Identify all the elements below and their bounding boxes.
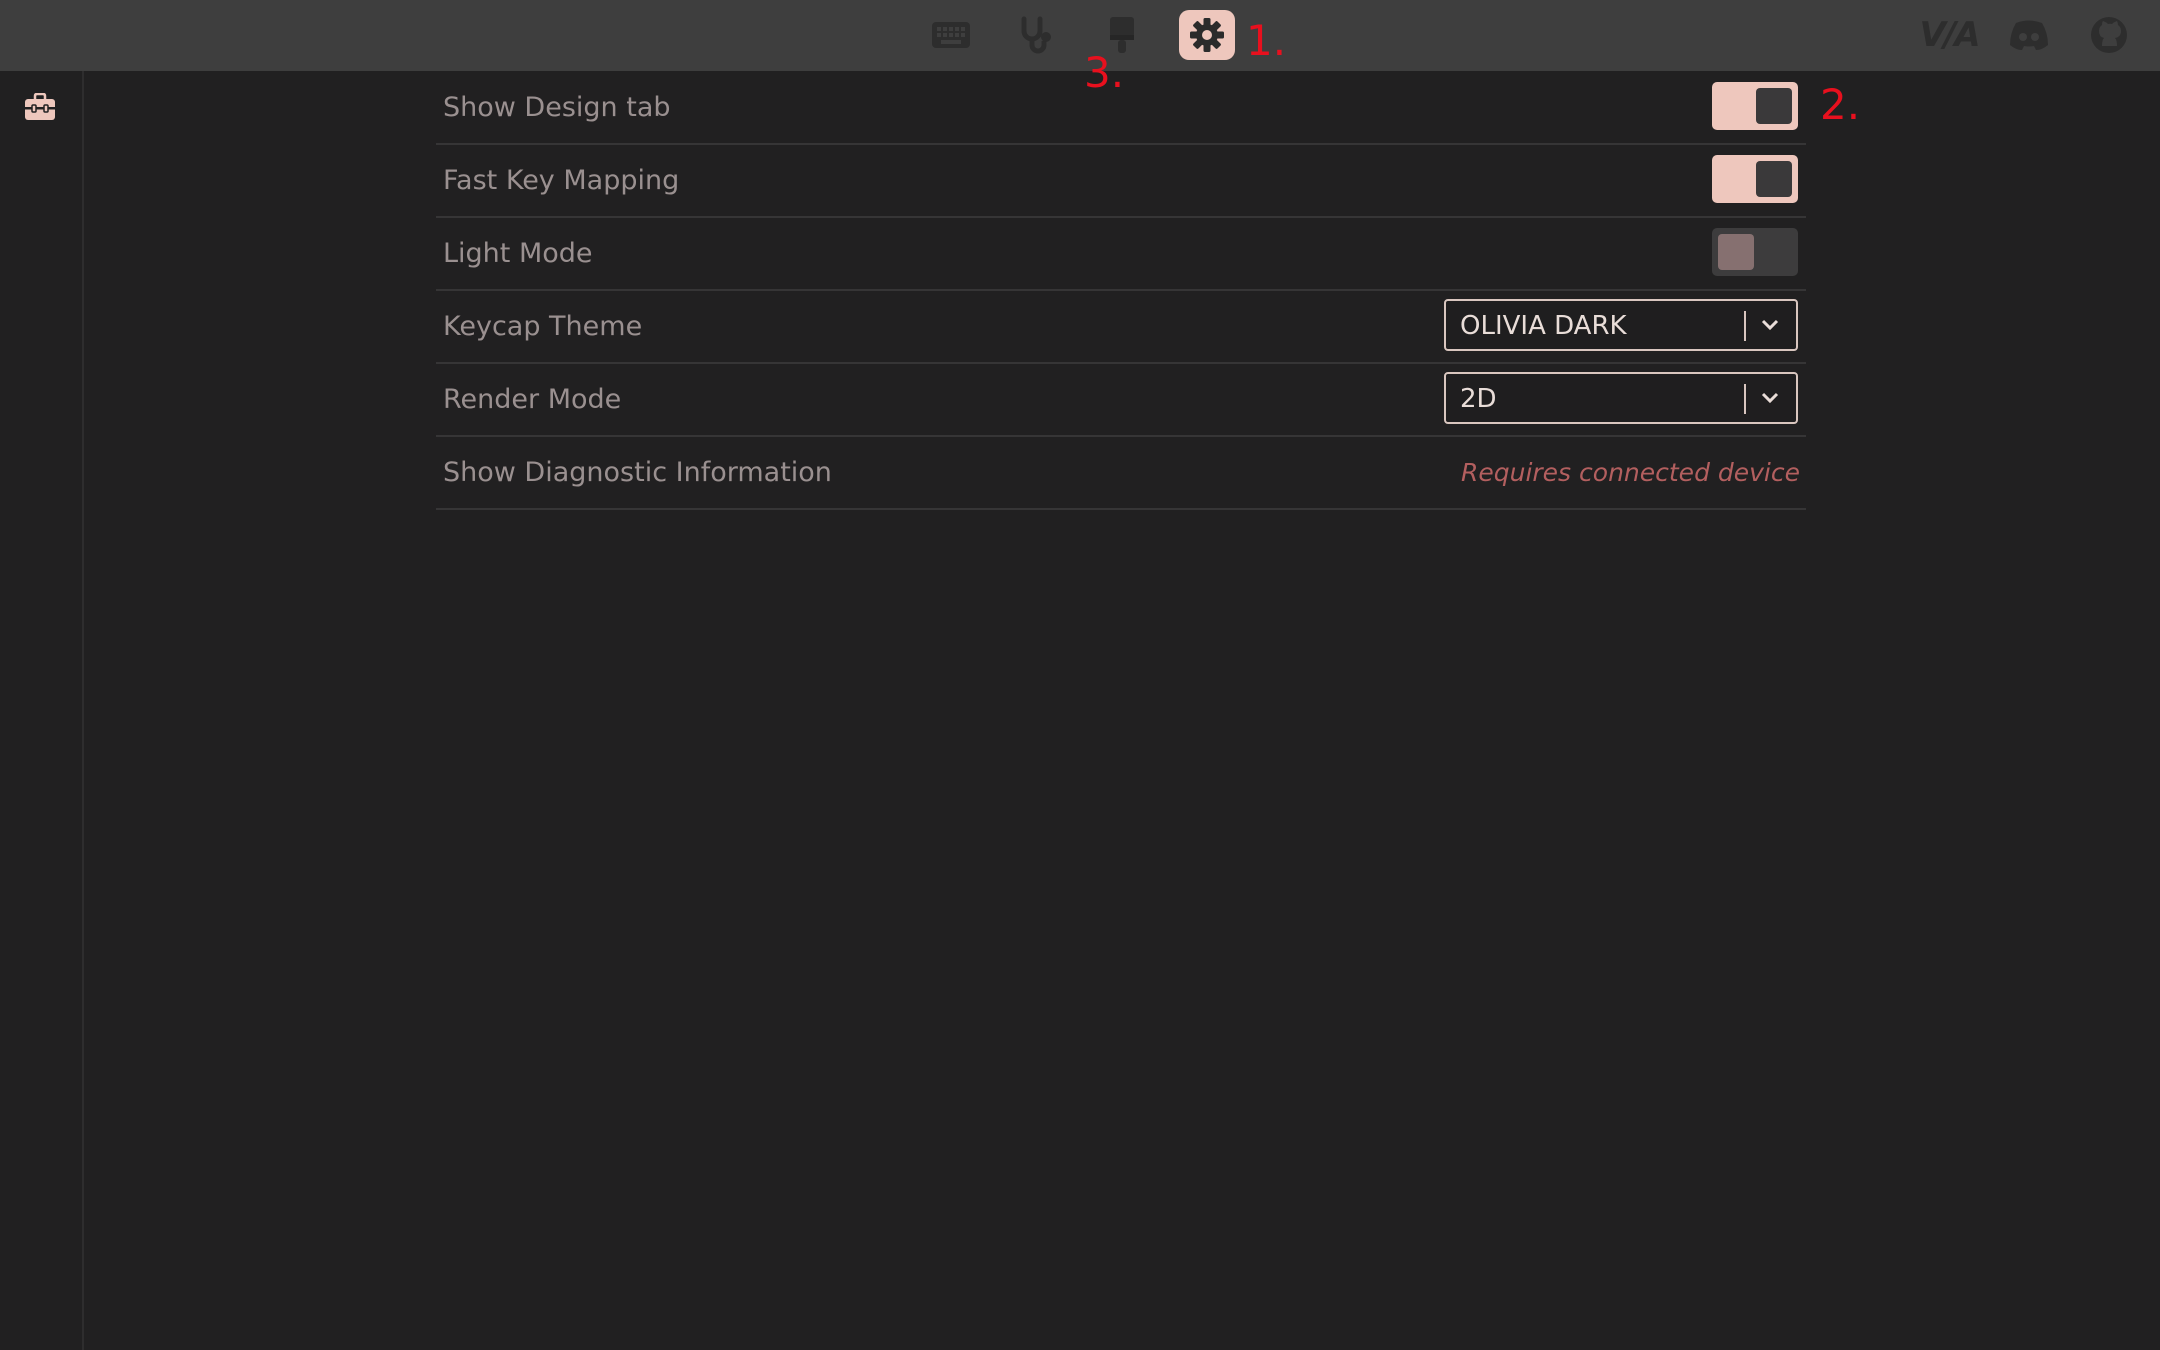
setting-row-render-mode: Render Mode 2D [436, 364, 1806, 437]
setting-label: Show Design tab [443, 92, 671, 123]
select-value: 2D [1460, 384, 1497, 414]
annotation-1: 1. [1246, 16, 1287, 65]
via-logo[interactable]: V/A [1918, 12, 1980, 58]
top-nav-bar: V/A [0, 0, 2160, 71]
light-mode-toggle[interactable] [1712, 228, 1798, 276]
select-value: OLIVIA DARK [1460, 311, 1627, 341]
setting-label: Keycap Theme [443, 311, 643, 342]
toggle-knob [1718, 234, 1754, 270]
toggle-knob [1756, 88, 1792, 124]
select-separator [1744, 384, 1746, 414]
toggle-knob [1756, 161, 1792, 197]
requires-device-note: Requires connected device [1460, 458, 1800, 487]
setting-label: Render Mode [443, 384, 622, 415]
render-mode-select[interactable]: 2D [1444, 372, 1798, 424]
settings-list: Show Design tab Fast Key Mapping Light M… [436, 72, 1806, 510]
stethoscope-icon[interactable] [1008, 10, 1064, 60]
setting-row-keycap-theme: Keycap Theme OLIVIA DARK [436, 291, 1806, 364]
gear-icon[interactable] [1179, 10, 1235, 60]
keycap-theme-select[interactable]: OLIVIA DARK [1444, 299, 1798, 351]
annotation-2: 2. [1820, 80, 1861, 129]
setting-row-fast-key-mapping: Fast Key Mapping [436, 145, 1806, 218]
chevron-down-icon [1761, 392, 1779, 404]
fast-key-mapping-toggle[interactable] [1712, 155, 1798, 203]
setting-label: Fast Key Mapping [443, 165, 680, 196]
setting-row-show-design-tab: Show Design tab [436, 72, 1806, 145]
toolbox-icon[interactable] [24, 92, 62, 127]
select-separator [1744, 311, 1746, 341]
discord-icon[interactable] [2006, 12, 2052, 58]
via-logo-text: V/A [1919, 15, 1980, 55]
setting-row-show-diagnostic-information: Show Diagnostic Information Requires con… [436, 437, 1806, 510]
setting-row-light-mode: Light Mode [436, 218, 1806, 291]
chevron-down-icon [1761, 319, 1779, 331]
show-design-tab-toggle[interactable] [1712, 82, 1798, 130]
setting-label: Light Mode [443, 238, 593, 269]
sidebar [0, 71, 84, 1350]
github-icon[interactable] [2086, 12, 2132, 58]
keyboard-icon[interactable] [923, 10, 979, 60]
setting-label: Show Diagnostic Information [443, 457, 832, 488]
